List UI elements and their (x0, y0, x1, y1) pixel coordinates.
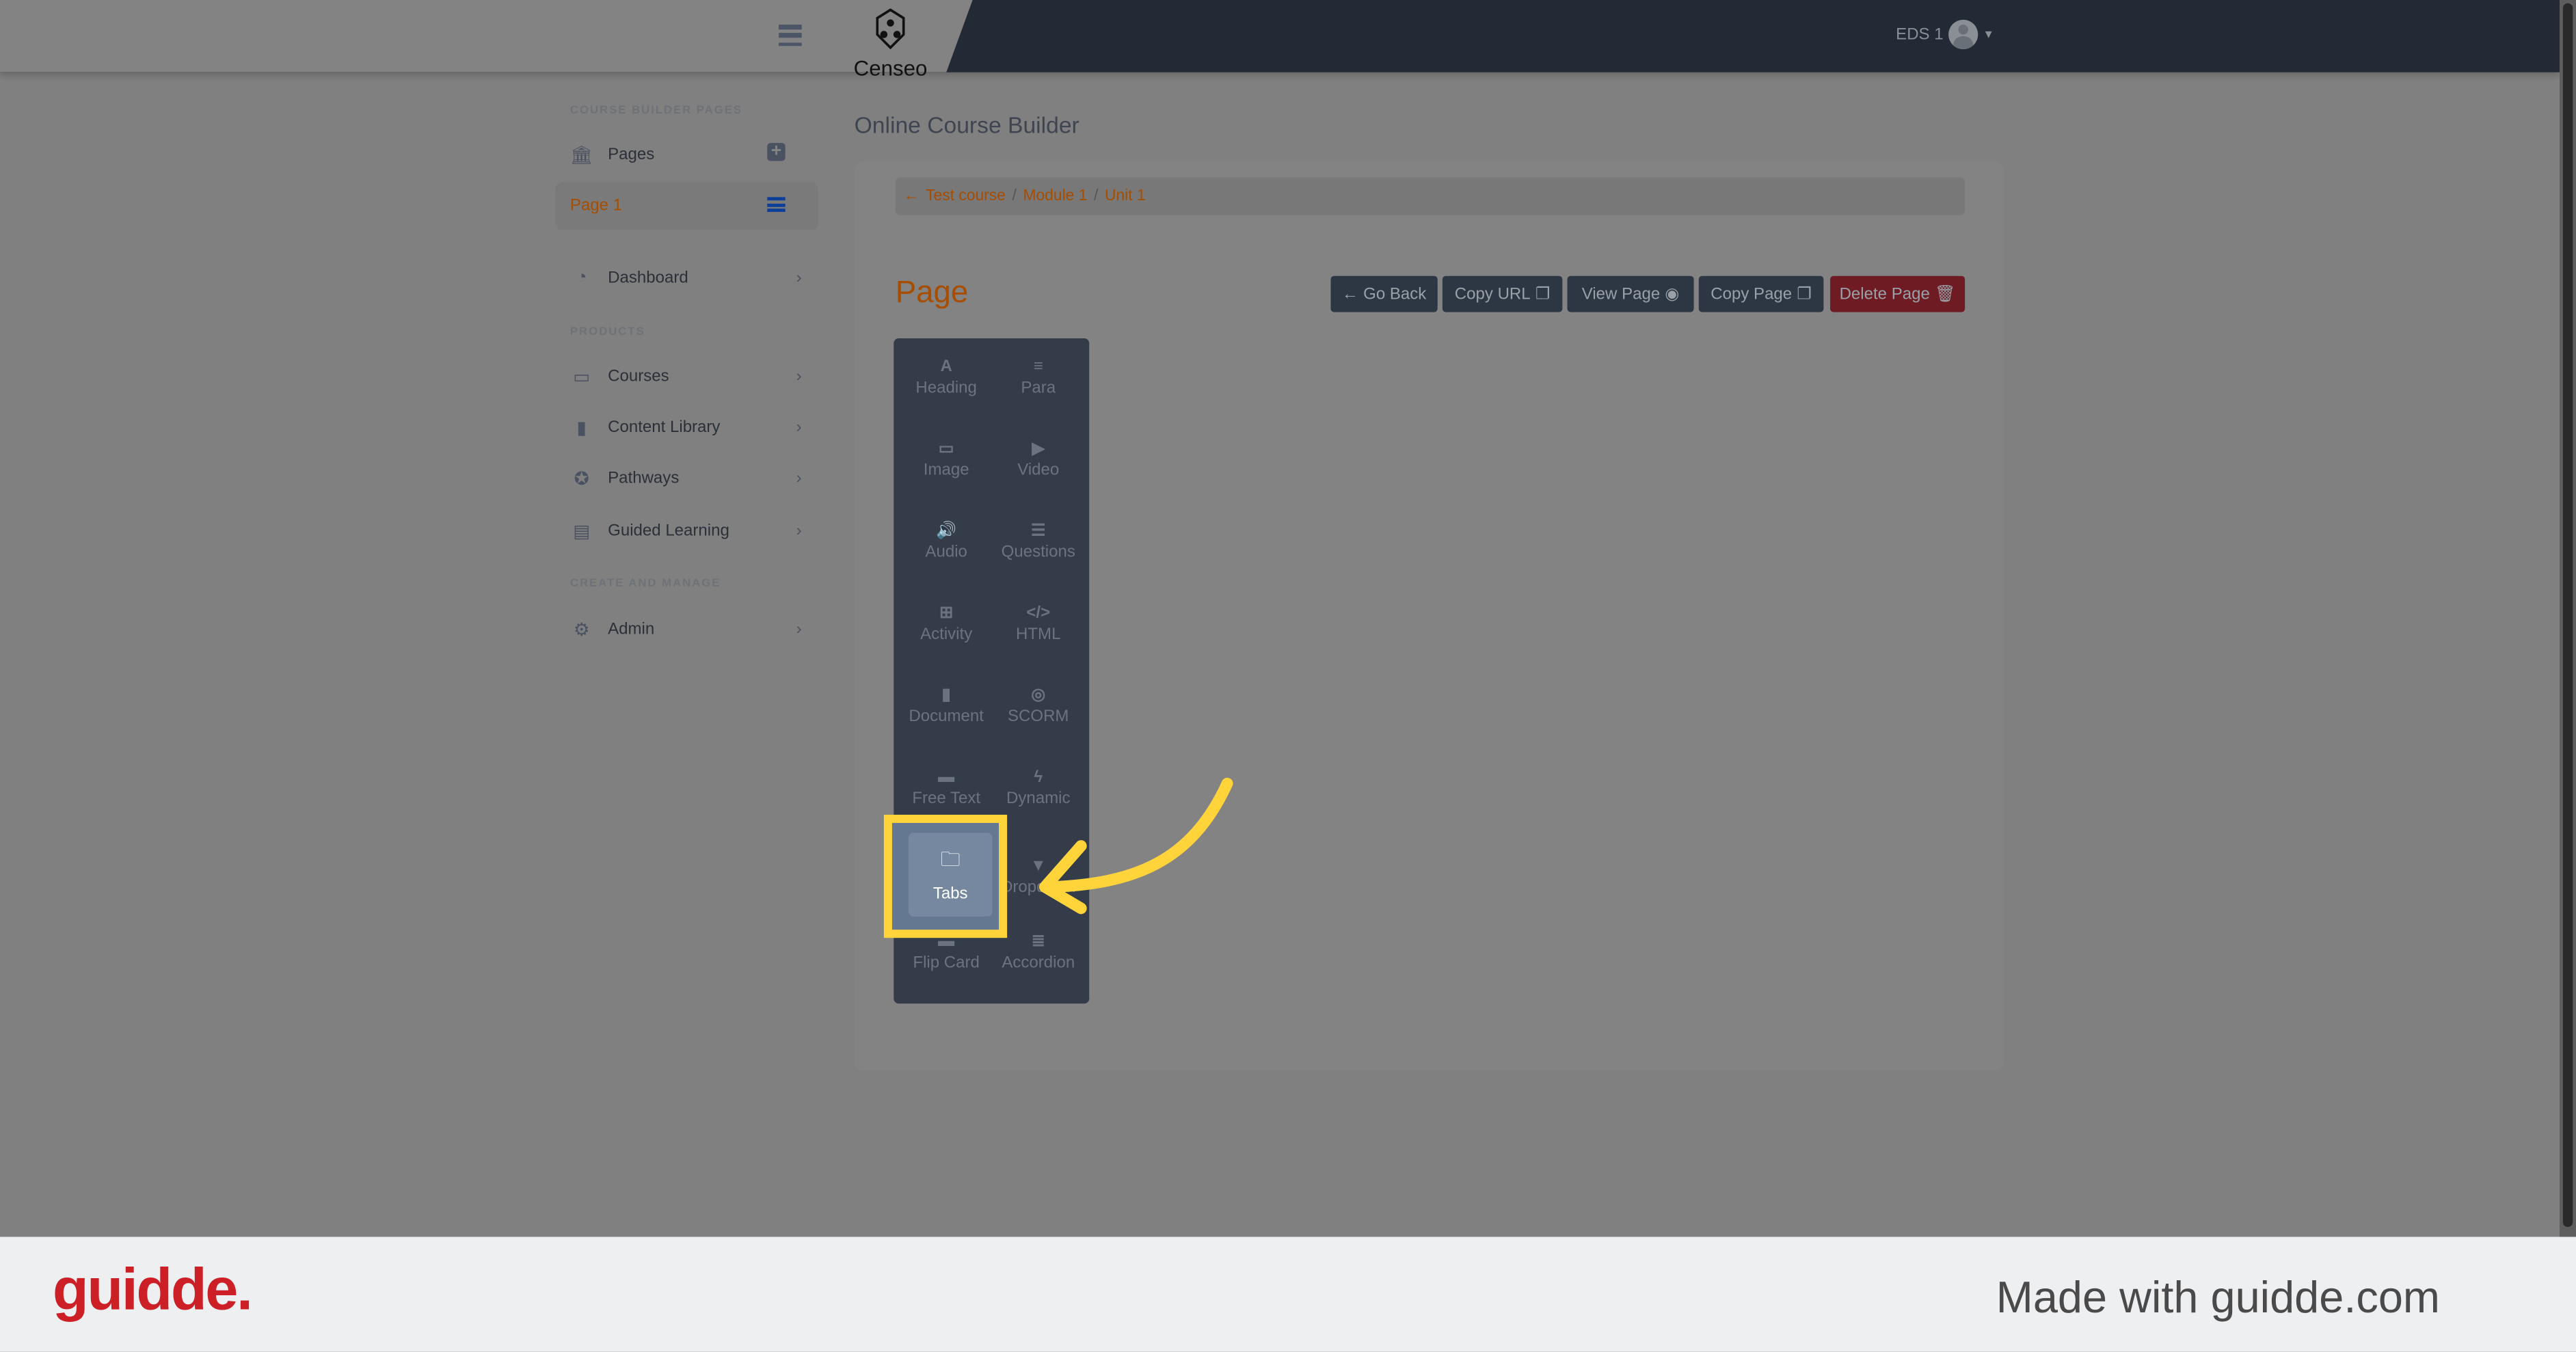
arrow-curve (1045, 777, 1233, 893)
palette-item-tabs[interactable]: 🗀 Tabs (908, 833, 993, 917)
arrow-head (1038, 840, 1087, 915)
scrollbar[interactable] (2560, 0, 2576, 1237)
arrow-annotation (1038, 777, 1233, 915)
screen: Censeo EDS 1 ▼ COURSE BUILDER PAGES 🏛 Pa… (0, 0, 2576, 1352)
guidde-logo: guidde. (52, 1254, 253, 1323)
folder-icon: 🗀 (940, 847, 961, 871)
palette-item-label: Tabs (933, 885, 968, 904)
made-with-text: Made with guidde.com (1996, 1273, 2440, 1323)
